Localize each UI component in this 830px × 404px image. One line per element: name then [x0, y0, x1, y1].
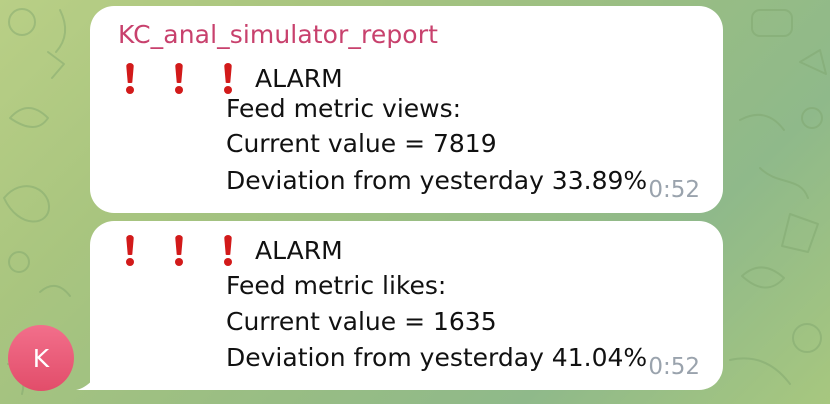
exclamation-icon [173, 235, 185, 266]
metric-line: Feed metric views: [226, 94, 462, 123]
avatar-initial: K [32, 343, 50, 373]
alarm-label: ALARM [255, 63, 343, 93]
current-value-line: Current value = 1635 [226, 307, 497, 336]
chat-view: KC_anal_simulator_report ALARM Feed metr… [0, 0, 830, 404]
alarm-row: ALARM [124, 233, 343, 267]
exclamation-icon [124, 235, 136, 266]
metric-line: Feed metric likes: [226, 271, 447, 300]
message-tail [76, 370, 100, 390]
avatar[interactable]: K [8, 325, 74, 391]
message-time: 0:52 [648, 177, 700, 203]
exclamation-icon [173, 63, 185, 94]
current-value-line: Current value = 7819 [226, 129, 497, 158]
exclamation-icon [222, 235, 234, 266]
exclamation-icon [222, 63, 234, 94]
deviation-line: Deviation from yesterday 33.89% [226, 166, 648, 195]
alarm-row: ALARM [124, 61, 343, 95]
message-time: 0:52 [648, 354, 700, 380]
exclamation-icon [124, 63, 136, 94]
alarm-label: ALARM [255, 235, 343, 265]
message-bubble[interactable]: ALARM Feed metric likes: Current value =… [90, 221, 723, 390]
message-bubble[interactable]: KC_anal_simulator_report ALARM Feed metr… [90, 6, 723, 213]
sender-name[interactable]: KC_anal_simulator_report [118, 20, 438, 49]
deviation-line: Deviation from yesterday 41.04% [226, 343, 648, 372]
